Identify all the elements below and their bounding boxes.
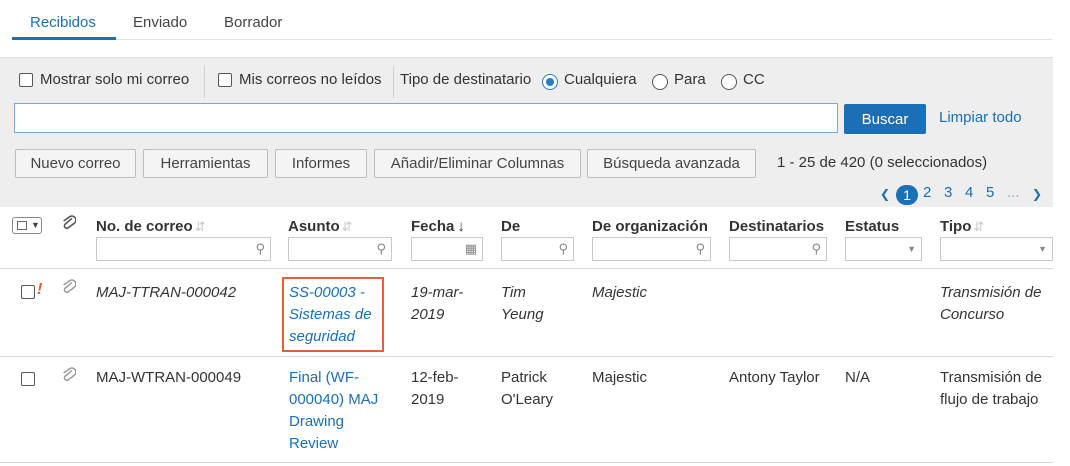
divider	[204, 66, 205, 98]
radio-any-label[interactable]: Cualquiera	[564, 71, 637, 88]
caret-down-icon: ▼	[1038, 244, 1047, 254]
column-subject[interactable]: Asunto ⇵	[288, 218, 353, 235]
mail-no-filter-input[interactable]: ⚲	[96, 237, 271, 261]
only-my-mail-checkbox[interactable]	[19, 73, 33, 87]
clear-all-link[interactable]: Limpiar todo	[939, 109, 1022, 126]
radio-to-label[interactable]: Para	[674, 71, 706, 88]
radio-to[interactable]	[652, 74, 668, 90]
row-checkbox[interactable]	[21, 372, 35, 386]
from-org-filter-input[interactable]: ⚲	[592, 237, 711, 261]
subject-filter-input[interactable]: ⚲	[288, 237, 392, 261]
date-filter-input[interactable]: ▦	[411, 237, 483, 261]
recipient-type-label: Tipo de destinatario	[400, 71, 532, 88]
mail-tabs: Recibidos Enviado Borrador	[12, 0, 1052, 40]
date-cell: 12-feb- 2019	[411, 369, 459, 408]
subject-highlight-box	[282, 277, 384, 352]
page-2[interactable]: 2	[923, 184, 931, 201]
sort-icon: ⇵	[973, 219, 985, 234]
from-filter-input[interactable]: ⚲	[501, 237, 574, 261]
column-status[interactable]: Estatus	[845, 218, 899, 235]
row-checkbox[interactable]	[21, 285, 35, 299]
next-page-icon[interactable]: ❯	[1032, 187, 1042, 201]
paperclip-icon	[62, 367, 77, 388]
type-cell: Transmisión de flujo de trabajo	[940, 369, 1042, 408]
subject-link[interactable]: Final (WF- 000040) MAJ Drawing Review	[289, 367, 378, 455]
unread-checkbox[interactable]	[218, 73, 232, 87]
search-icon: ⚲	[811, 241, 821, 256]
result-count: 1 - 25 de 420 (0 seleccionados)	[777, 154, 988, 171]
checkbox-icon	[17, 221, 27, 230]
new-mail-button[interactable]: Nuevo correo	[15, 149, 136, 178]
sort-icon: ⇵	[341, 219, 353, 234]
search-icon: ⚲	[255, 241, 265, 256]
only-my-mail-label[interactable]: Mostrar solo mi correo	[40, 71, 189, 88]
pagination-ellipsis: ...	[1007, 184, 1020, 201]
page-3[interactable]: 3	[944, 184, 952, 201]
sort-desc-icon: ↓	[457, 218, 465, 235]
table-header: ▼ No. de correo ⇵ ⚲ Asunto ⇵ ⚲ Fecha ↓ ▦ De…	[0, 207, 1053, 269]
caret-down-icon: ▼	[907, 244, 916, 254]
advanced-search-button[interactable]: Búsqueda avanzada	[587, 149, 756, 178]
reports-button[interactable]: Informes	[275, 149, 367, 178]
add-remove-columns-button[interactable]: Añadir/Eliminar Columnas	[374, 149, 581, 178]
radio-any[interactable]	[542, 74, 558, 90]
recipients-filter-input[interactable]: ⚲	[729, 237, 827, 261]
table-row[interactable]: MAJ-WTRAN-000049 Final (WF- 000040) MAJ Dr…	[0, 357, 1053, 463]
important-icon: !	[37, 281, 43, 298]
from-org-cell: Majestic	[592, 369, 648, 386]
column-recipients[interactable]: Destinatarios	[729, 218, 824, 235]
column-from[interactable]: De	[501, 218, 520, 235]
table-row[interactable]: ! MAJ-TTRAN-000042 SS-00003 - Sistemas de…	[0, 269, 1053, 357]
search-input[interactable]	[14, 103, 838, 133]
status-cell: N/A	[845, 369, 871, 386]
radio-cc[interactable]	[721, 74, 737, 90]
paperclip-icon	[62, 215, 77, 236]
column-from-org[interactable]: De organización	[592, 218, 708, 235]
prev-page-icon[interactable]: ❮	[880, 187, 890, 201]
from-org-cell: Majestic	[592, 284, 648, 301]
tab-recibidos[interactable]: Recibidos	[30, 14, 96, 31]
mail-no-cell: MAJ-TTRAN-000042	[96, 284, 237, 301]
sort-icon: ⇵	[194, 219, 206, 234]
search-icon: ⚲	[558, 241, 568, 256]
page-5[interactable]: 5	[986, 184, 994, 201]
caret-down-icon: ▼	[31, 220, 40, 230]
unread-label[interactable]: Mis correos no leídos	[239, 71, 382, 88]
type-filter-select[interactable]: ▼	[940, 237, 1053, 261]
from-cell: Patrick O'Leary	[501, 369, 554, 408]
from-cell: Tim Yeung	[501, 284, 544, 323]
tools-button[interactable]: Herramientas	[143, 149, 268, 178]
tab-enviado[interactable]: Enviado	[133, 14, 187, 31]
column-date[interactable]: Fecha ↓	[411, 218, 465, 235]
recipients-cell: Antony Taylor	[729, 369, 820, 386]
page-4[interactable]: 4	[965, 184, 973, 201]
page-1[interactable]: 1	[896, 185, 918, 205]
status-filter-select[interactable]: ▼	[845, 237, 922, 261]
type-cell: Transmisión de Concurso	[940, 284, 1042, 323]
search-button[interactable]: Buscar	[844, 104, 926, 134]
radio-cc-label[interactable]: CC	[743, 71, 765, 88]
mail-no-cell: MAJ-WTRAN-000049	[96, 369, 242, 386]
select-all-dropdown[interactable]: ▼	[12, 217, 42, 234]
column-type[interactable]: Tipo ⇵	[940, 218, 984, 235]
paperclip-icon	[62, 279, 77, 300]
column-mail-no[interactable]: No. de correo ⇵	[96, 218, 206, 235]
date-cell: 19-mar- 2019	[411, 284, 464, 323]
search-icon: ⚲	[695, 241, 705, 256]
search-icon: ⚲	[376, 241, 386, 256]
calendar-icon: ▦	[464, 241, 477, 256]
tab-borrador[interactable]: Borrador	[224, 14, 282, 31]
active-tab-indicator	[12, 37, 116, 40]
filter-panel: Mostrar solo mi correo Mis correos no le…	[0, 57, 1053, 207]
divider	[393, 66, 394, 98]
